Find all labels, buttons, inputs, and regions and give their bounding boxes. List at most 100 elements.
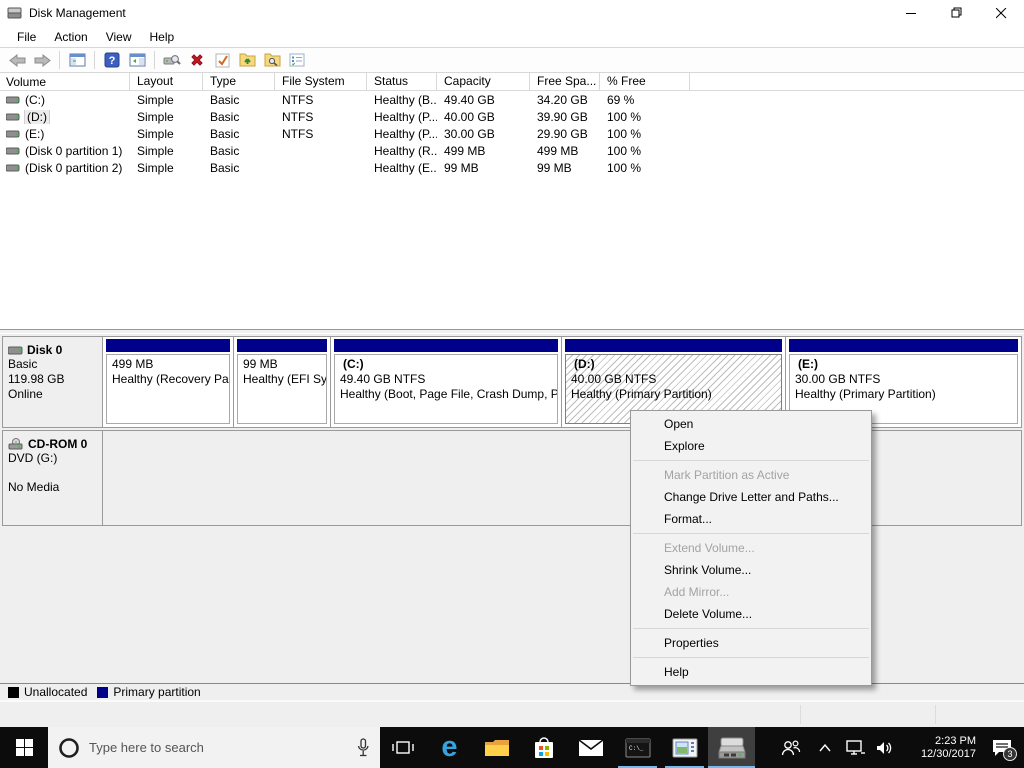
management-console-icon — [672, 738, 697, 757]
disk-type: Basic — [8, 357, 38, 371]
svg-text:?: ? — [109, 55, 116, 67]
menu-view[interactable]: View — [97, 28, 141, 46]
col-status[interactable]: Status — [367, 73, 437, 90]
menu-item-properties[interactable]: Properties — [631, 632, 871, 654]
close-button[interactable] — [979, 0, 1024, 26]
taskbar-edge-button[interactable]: e — [426, 727, 473, 768]
col-filler — [690, 73, 1024, 90]
menu-separator — [633, 628, 869, 629]
toolbar-separator — [154, 51, 155, 69]
title-bar[interactable]: Disk Management — [0, 0, 1024, 26]
table-row[interactable]: (Disk 0 partition 2) Simple Basic Health… — [0, 159, 1024, 176]
menu-item-change-drive-letter[interactable]: Change Drive Letter and Paths... — [631, 486, 871, 508]
people-icon — [781, 739, 801, 755]
menu-item-explore[interactable]: Explore — [631, 435, 871, 457]
disk-icon — [8, 346, 23, 354]
menu-help[interactable]: Help — [141, 28, 184, 46]
menu-item-delete-volume[interactable]: Delete Volume... — [631, 603, 871, 625]
console-tree-icon[interactable] — [66, 49, 88, 71]
volume-icon — [6, 113, 20, 120]
people-button[interactable] — [772, 727, 810, 768]
disk-management-icon — [717, 737, 746, 758]
volume-icon — [6, 164, 20, 171]
delete-volume-icon[interactable] — [186, 49, 208, 71]
menu-item-extend-volume: Extend Volume... — [664, 541, 755, 555]
col-volume[interactable]: Volume — [0, 73, 130, 90]
disk-status: Online — [8, 387, 43, 401]
menu-separator — [633, 657, 869, 658]
taskbar-file-explorer-button[interactable] — [473, 727, 520, 768]
volume-button[interactable] — [870, 727, 900, 768]
menu-item-shrink-volume[interactable]: Shrink Volume... — [631, 559, 871, 581]
menu-item-open[interactable]: Open — [631, 413, 871, 435]
minimize-button[interactable] — [889, 0, 934, 26]
properties-icon[interactable] — [286, 49, 308, 71]
search-placeholder: Type here to search — [89, 740, 204, 755]
volume-icon — [6, 96, 20, 103]
partition-c[interactable]: (C:) 49.40 GB NTFS Healthy (Boot, Page F… — [331, 337, 562, 427]
disk-0-info[interactable]: Disk 0 Basic 119.98 GB Online — [3, 337, 103, 427]
legend-unallocated: Unallocated — [8, 685, 87, 699]
cmd-icon: C:\_ — [625, 738, 650, 757]
table-row[interactable]: (C:) Simple Basic NTFS Healthy (B... 49.… — [0, 91, 1024, 108]
col-pct-free[interactable]: % Free — [600, 73, 690, 90]
table-row[interactable]: (Disk 0 partition 1) Simple Basic Health… — [0, 142, 1024, 159]
window-title: Disk Management — [29, 6, 126, 20]
taskbar-disk-management-button[interactable] — [708, 727, 755, 768]
clock-date: 12/30/2017 — [920, 747, 976, 760]
volume-icon — [6, 130, 20, 137]
partition-color-bar — [237, 339, 327, 352]
volume-icon — [6, 147, 20, 154]
action-pane-icon[interactable] — [126, 49, 148, 71]
tray-expand-button[interactable] — [810, 727, 840, 768]
search-box[interactable]: Type here to search — [48, 727, 380, 768]
menu-action[interactable]: Action — [45, 28, 96, 46]
mail-icon — [578, 738, 603, 756]
menu-item-help[interactable]: Help — [631, 661, 871, 683]
col-file-system[interactable]: File System — [275, 73, 367, 90]
menu-bar: File Action View Help — [0, 26, 1024, 47]
task-view-button[interactable] — [380, 727, 426, 768]
explore-icon[interactable] — [261, 49, 283, 71]
taskbar-mail-button[interactable] — [567, 727, 614, 768]
col-layout[interactable]: Layout — [130, 73, 203, 90]
svg-text:C:\_: C:\_ — [629, 745, 644, 752]
cdrom-media-status: No Media — [8, 480, 60, 494]
restore-button[interactable] — [934, 0, 979, 26]
rescan-disks-icon[interactable] — [161, 49, 183, 71]
partition-recovery[interactable]: 499 MB Healthy (Recovery Par — [103, 337, 234, 427]
partition-efi[interactable]: 99 MB Healthy (EFI Sys — [234, 337, 331, 427]
taskbar-clock[interactable]: 2:23 PM 12/30/2017 — [900, 727, 980, 768]
col-type[interactable]: Type — [203, 73, 275, 90]
disk-drive-icon — [7, 6, 23, 20]
open-icon[interactable] — [236, 49, 258, 71]
microphone-icon[interactable] — [356, 737, 370, 758]
start-button[interactable] — [0, 727, 48, 768]
taskbar-store-button[interactable] — [520, 727, 567, 768]
back-icon[interactable] — [6, 49, 28, 71]
menu-item-add-mirror: Add Mirror... — [664, 585, 730, 599]
start-icon — [15, 739, 33, 756]
menu-item-format[interactable]: Format... — [631, 508, 871, 530]
menu-item-mark-partition-active: Mark Partition as Active — [664, 468, 790, 482]
table-row-selected[interactable]: (D:) Simple Basic NTFS Healthy (P... 40.… — [0, 108, 1024, 125]
cortana-circle-icon — [59, 737, 79, 758]
action-center-button[interactable]: 3 — [980, 727, 1024, 768]
forward-icon[interactable] — [31, 49, 53, 71]
taskbar-cmd-button[interactable]: C:\_ — [614, 727, 661, 768]
menu-file[interactable]: File — [8, 28, 45, 46]
clock-time: 2:23 PM — [935, 734, 976, 747]
partition-color-bar — [789, 339, 1018, 352]
legend-primary-partition: Primary partition — [97, 685, 201, 699]
network-button[interactable] — [840, 727, 870, 768]
taskbar-console-button[interactable] — [661, 727, 708, 768]
col-free-space[interactable]: Free Spa... — [530, 73, 600, 90]
partition-color-bar — [334, 339, 558, 352]
help-icon[interactable]: ? — [101, 49, 123, 71]
volume-list: Volume Layout Type File System Status Ca… — [0, 73, 1024, 329]
table-row[interactable]: (E:) Simple Basic NTFS Healthy (P... 30.… — [0, 125, 1024, 142]
mark-active-icon[interactable] — [211, 49, 233, 71]
unallocated-swatch — [8, 686, 19, 698]
col-capacity[interactable]: Capacity — [437, 73, 530, 90]
cdrom-0-info[interactable]: CD-ROM 0 DVD (G:) No Media — [3, 431, 103, 525]
